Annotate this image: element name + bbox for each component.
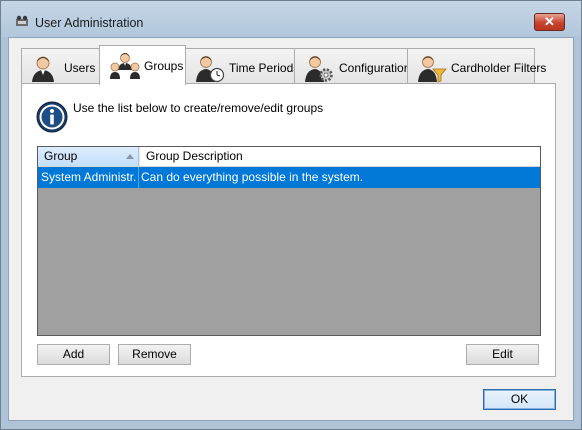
column-header-description-label: Group Description [146,149,243,163]
title-bar[interactable]: User Administration ✕ [1,1,581,37]
group-description-cell: Can do everything possible in the system… [141,170,364,184]
cell-divider [138,167,139,188]
info-text: Use the list below to create/remove/edit… [73,101,324,115]
tab-time-periods[interactable]: Time Periods [185,48,299,84]
ok-button[interactable]: OK [483,389,556,410]
tab-users[interactable]: Users [21,48,100,84]
tab-time-periods-label: Time Periods [229,61,300,75]
close-icon: ✕ [544,14,555,29]
dialog-body: Users Groups Time Periods Configuration … [8,37,574,421]
tab-groups[interactable]: Groups [99,45,186,85]
edit-button[interactable]: Edit [466,344,539,365]
window-title: User Administration [35,16,144,30]
column-header-description[interactable]: Group Description [139,147,540,166]
close-button[interactable]: ✕ [534,13,565,31]
user-icon [32,56,54,82]
user-filter-icon [418,56,447,83]
tab-cardholder-filters-label: Cardholder Filters [451,61,547,75]
remove-button[interactable]: Remove [118,344,191,365]
tab-cardholder-filters[interactable]: Cardholder Filters [407,48,546,84]
tab-configuration-label: Configuration [339,61,411,75]
group-name-cell: System Administr... [41,170,137,184]
groups-list[interactable]: Group Group Description System Administr… [37,146,541,336]
user-clock-icon [196,56,225,83]
tab-groups-label: Groups [144,59,184,73]
user-gear-icon [305,56,333,82]
info-icon [36,101,68,133]
sort-ascending-icon [126,154,134,159]
list-header: Group Group Description [38,147,540,167]
groups-tab-panel: Use the list below to create/remove/edit… [21,83,556,377]
tab-users-label: Users [64,61,96,75]
column-header-group[interactable]: Group [38,147,139,166]
app-icon [16,15,28,26]
tab-configuration[interactable]: Configuration [294,48,411,84]
group-icon [110,53,140,79]
add-button[interactable]: Add [37,344,110,365]
column-header-group-label: Group [44,149,78,163]
user-administration-window: User Administration ✕ Users Groups Time … [0,0,582,430]
list-item[interactable]: System Administr... Can do everything po… [38,167,540,188]
